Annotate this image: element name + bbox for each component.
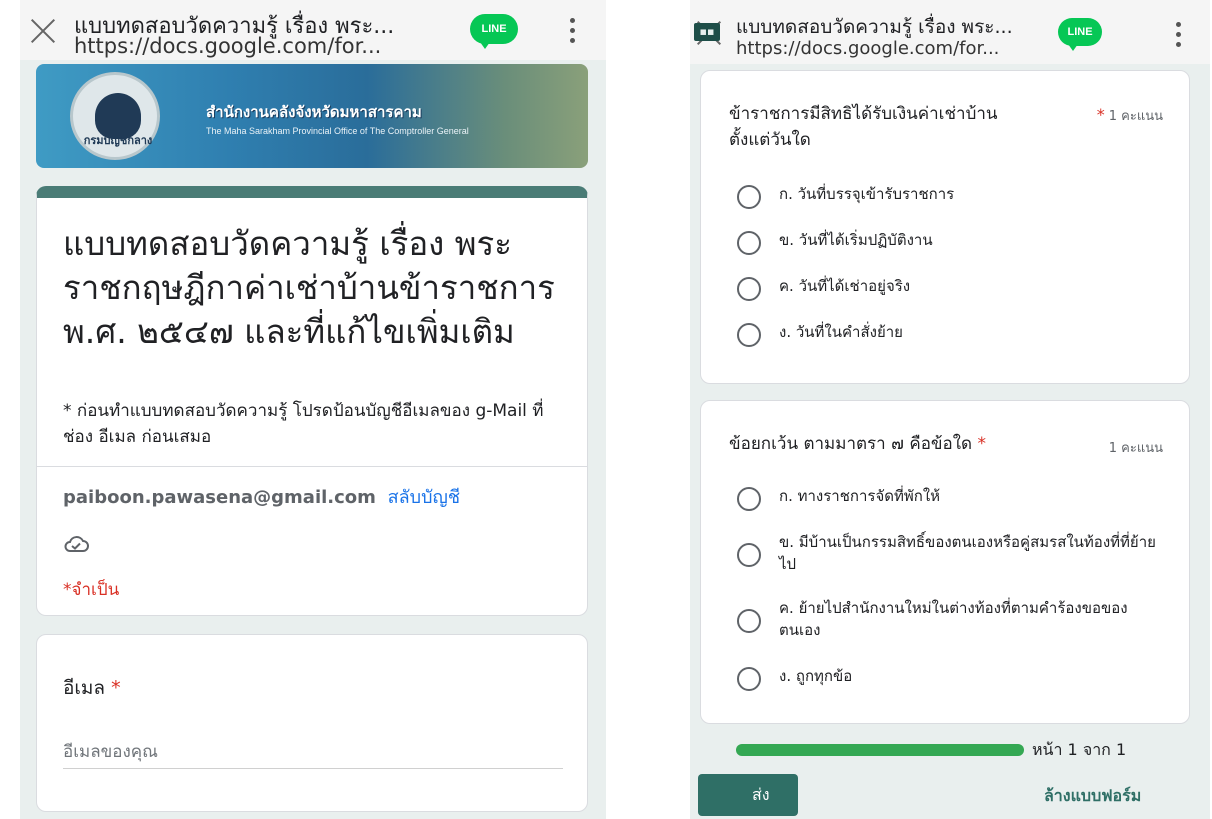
browser-bar: แบบทดสอบวัดความรู้ เรื่อง พระ... https:/… [20,0,606,60]
clear-form-link[interactable]: ล้างแบบฟอร์ม [1044,784,1141,809]
email-input[interactable] [63,735,563,769]
question-text: ข้อยกเว้น ตามมาตรา ๗ คือข้อใด * [729,431,1059,457]
more-options-icon[interactable] [1176,22,1182,48]
form-title-card: แบบทดสอบวัดความรู้ เรื่อง พระราชกฤษฎีกาค… [36,186,588,616]
radio-option[interactable]: ค. ย้ายไปสำนักงานใหม่ในต่างท้องที่ตามคำร… [729,595,1169,651]
option-label: ค. วันที่ได้เช่าอยู่จริง [779,277,911,295]
radio-button[interactable] [737,667,761,691]
radio-option[interactable]: ก. วันที่บรรจุเข้ารับราชการ [729,181,1169,221]
question-text: ข้าราชการมีสิทธิได้รับเงินค่าเช่าบ้านตั้… [729,104,998,150]
option-label: ค. ย้ายไปสำนักงานใหม่ในต่างท้องที่ตามคำร… [779,599,1128,639]
required-star: * [111,677,121,699]
option-label: ก. วันที่บรรจุเข้ารับราชการ [779,185,955,203]
line-app-icon[interactable]: LINE [470,14,518,49]
radio-button[interactable] [737,543,761,567]
option-label: ง. ถูกทุกข้อ [779,667,853,685]
question-card-1: ข้าราชการมีสิทธิได้รับเงินค่าเช่าบ้านตั้… [700,70,1190,384]
browser-url[interactable]: https://docs.google.com/for... [74,34,381,58]
account-row: paiboon.pawasena@gmail.com สลับบัญชี [63,482,460,511]
page-indicator: หน้า 1 จาก 1 [1032,740,1127,759]
required-star: * [1096,105,1105,124]
radio-button[interactable] [737,185,761,209]
radio-option[interactable]: ค. วันที่ได้เช่าอยู่จริง [729,273,1169,313]
radio-option[interactable]: ข. มีบ้านเป็นกรรมสิทธิ์ของตนเองหรือคู่สม… [729,529,1169,585]
more-options-icon[interactable] [570,18,576,44]
radio-button[interactable] [737,487,761,511]
banner-org-thai: สำนักงานคลังจังหวัดมหาสารคาม [206,103,422,121]
right-phone-screen: แบบทดสอบวัดความรู้ เรื่อง พระ... https:/… [690,0,1210,819]
question-points: * 1 คะแนน [1097,105,1163,126]
switch-account-link[interactable]: สลับบัญชี [388,487,460,508]
radio-button[interactable] [737,323,761,347]
left-phone-screen: แบบทดสอบวัดความรู้ เรื่อง พระ... https:/… [20,0,606,819]
email-question-label: อีเมล * [63,673,121,703]
option-label: ข. วันที่ได้เริ่มปฏิบัติงาน [779,231,933,249]
submit-button[interactable]: ส่ง [698,774,798,816]
points-label: 1 คะแนน [1108,441,1163,456]
line-app-icon[interactable]: LINE [1058,18,1102,51]
email-question-card: อีเมล * [36,634,588,812]
radio-button[interactable] [737,231,761,255]
progress-bar [736,744,1024,756]
keyboard-icon[interactable]: ▪▪ [694,23,720,41]
submit-label: ส่ง [752,784,770,804]
close-icon[interactable] [30,18,56,44]
form-title: แบบทดสอบวัดความรู้ เรื่อง พระราชกฤษฎีกาค… [63,224,555,351]
emblem-text: กรมบัญชีกลาง [83,134,153,147]
progress-fill [736,744,1024,756]
required-star: * [977,434,986,454]
radio-button[interactable] [737,277,761,301]
form-description: * ก่อนทำแบบทดสอบวัดความรู้ โปรดป้อนบัญชี… [63,401,544,447]
points-label: 1 คะแนน [1108,109,1163,124]
header-banner: กรมบัญชีกลาง สำนักงานคลังจังหวัดมหาสารคา… [36,64,588,168]
radio-option[interactable]: ก. ทางราชการจัดที่พักให้ [729,483,1169,523]
radio-option[interactable]: ง. ถูกทุกข้อ [729,663,1169,703]
required-note: *จำเป็น [63,580,120,600]
radio-button[interactable] [737,609,761,633]
question-text-body: ข้อยกเว้น ตามมาตรา ๗ คือข้อใด [729,434,973,454]
question-card-2: ข้อยกเว้น ตามมาตรา ๗ คือข้อใด * 1 คะแนน … [700,400,1190,724]
cloud-saved-icon [63,534,89,558]
option-label: ง. วันที่ในคำสั่งย้าย [779,323,903,341]
emblem-logo: กรมบัญชีกลาง [70,72,160,160]
banner-org-english: The Maha Sarakham Provincial Office of T… [206,126,469,136]
divider [37,466,587,467]
option-label: ข. มีบ้านเป็นกรรมสิทธิ์ของตนเองหรือคู่สม… [779,533,1156,573]
browser-url[interactable]: https://docs.google.com/for... [736,38,999,59]
email-label-text: อีเมล [63,677,106,699]
browser-bar: แบบทดสอบวัดความรู้ เรื่อง พระ... https:/… [690,0,1210,64]
account-email: paiboon.pawasena@gmail.com [63,487,376,508]
radio-option[interactable]: ง. วันที่ในคำสั่งย้าย [729,319,1169,359]
option-label: ก. ทางราชการจัดที่พักให้ [779,487,941,505]
radio-option[interactable]: ข. วันที่ได้เริ่มปฏิบัติงาน [729,227,1169,267]
